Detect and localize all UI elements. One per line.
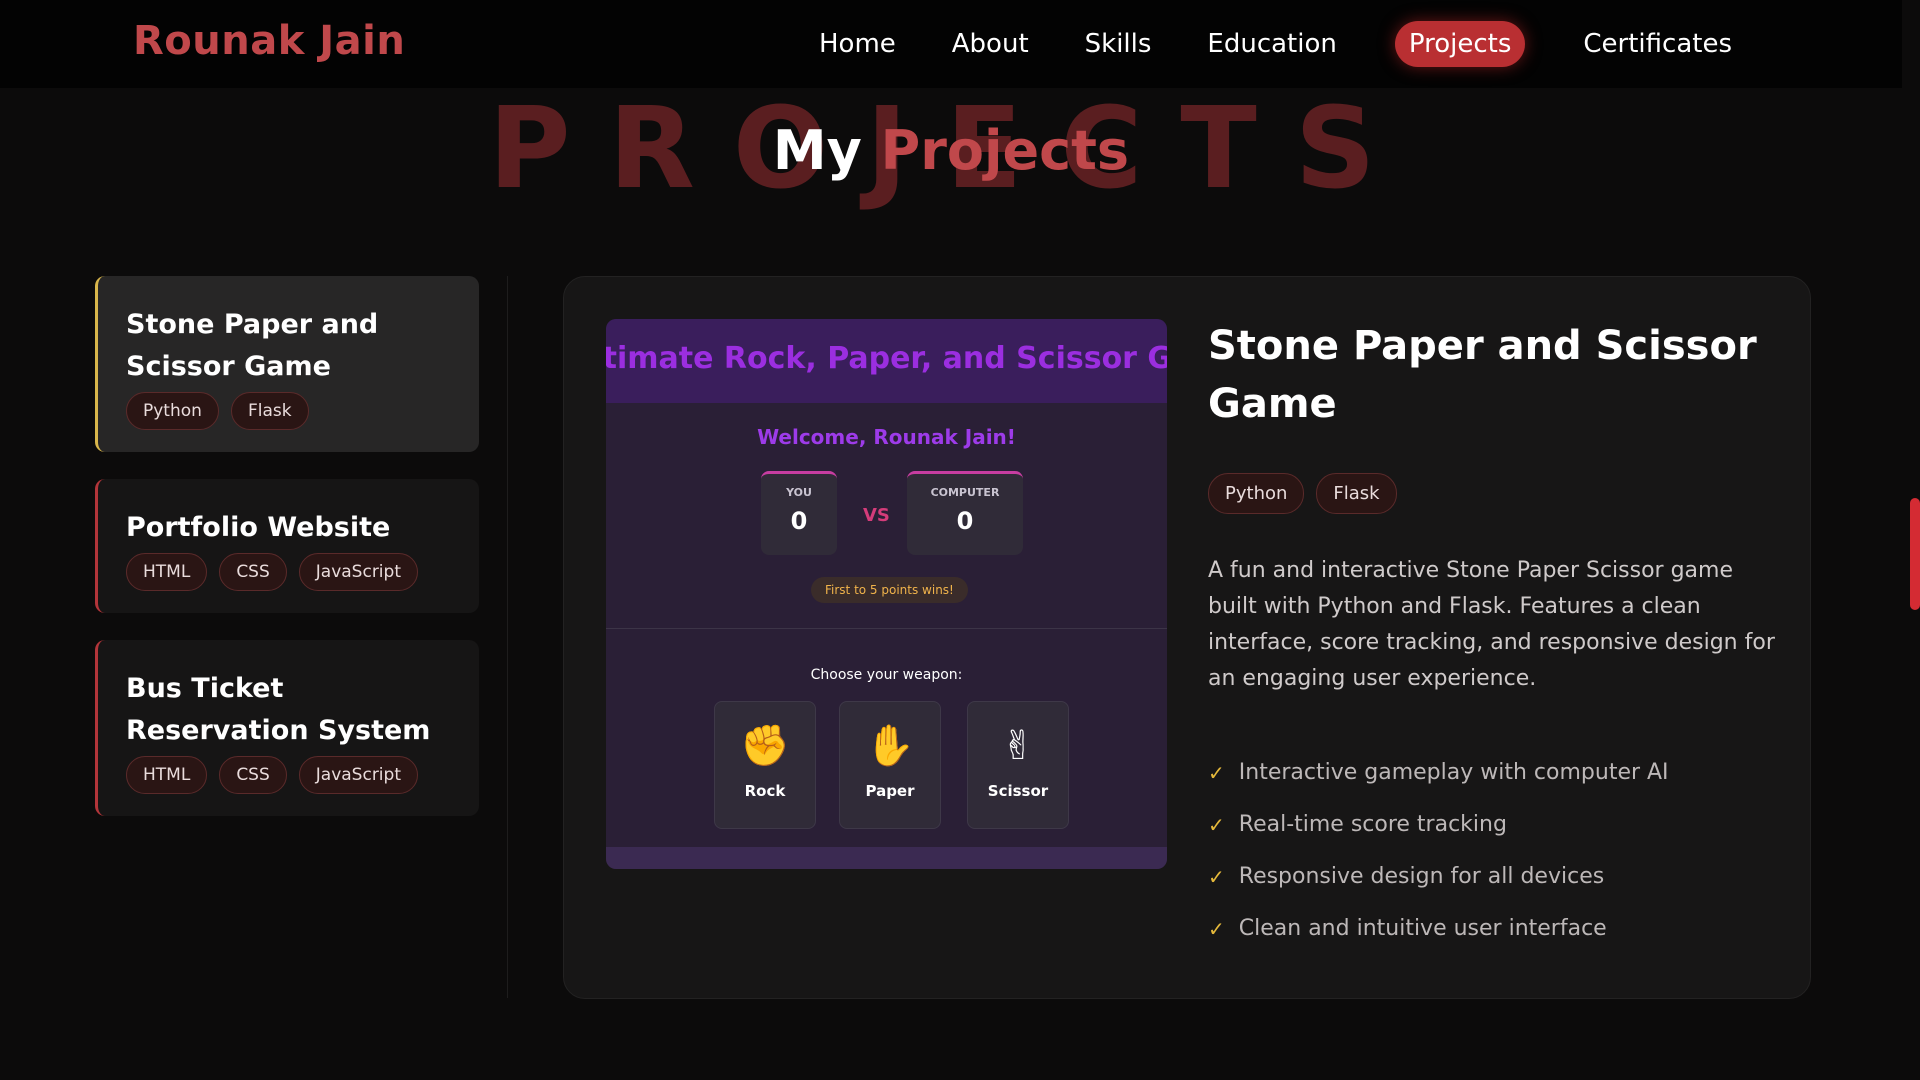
nav-item-education[interactable]: Education [1179, 21, 1364, 67]
project-item-tags: Python Flask [126, 392, 455, 430]
scrollbar-thumb[interactable] [1910, 498, 1920, 610]
weapon-label: Scissor [987, 782, 1049, 800]
project-item-title: Bus Ticket Reservation System [126, 673, 431, 746]
feature-item: ✓ Interactive gameplay with computer AI [1208, 747, 1669, 799]
screenshot-welcome: Welcome, Rounak Jain! [757, 425, 1016, 449]
score-computer-label: COMPUTER [930, 486, 1000, 499]
detail-tags: Python Flask [1208, 473, 1397, 514]
nav-item-about[interactable]: About [924, 21, 1057, 67]
section-title: My Projects [0, 116, 1902, 186]
project-item-stone-paper-scissor[interactable]: Stone Paper and Scissor Game Python Flas… [95, 276, 479, 452]
project-item-bus-ticket[interactable]: Bus Ticket Reservation System HTML CSS J… [95, 640, 479, 816]
feature-text: Clean and intuitive user interface [1238, 916, 1607, 941]
screenshot-footer [606, 847, 1167, 869]
tag: HTML [126, 756, 208, 794]
project-list: Stone Paper and Scissor Game Python Flas… [95, 276, 479, 843]
tag: Flask [1316, 473, 1397, 514]
tag: CSS [219, 756, 287, 794]
project-screenshot: Ultimate Rock, Paper, and Scissor Game W… [606, 319, 1167, 869]
project-detail-card: Ultimate Rock, Paper, and Scissor Game W… [563, 276, 1811, 999]
divider [507, 276, 508, 998]
top-navbar: Rounak Jain Home About Skills Education … [0, 0, 1902, 88]
weapon-paper: ✋ Paper [839, 701, 941, 829]
screenshot-divider [606, 628, 1167, 629]
feature-item: ✓ Clean and intuitive user interface [1208, 903, 1669, 955]
nav-item-skills[interactable]: Skills [1057, 21, 1180, 67]
nav-item-projects[interactable]: Projects [1394, 21, 1526, 67]
section-title-my: My [772, 119, 862, 182]
nav-item-certificates[interactable]: Certificates [1555, 21, 1760, 67]
tag: Python [126, 392, 219, 430]
paper-icon: ✋ [865, 723, 915, 769]
tag: Flask [230, 392, 309, 430]
brand-logo[interactable]: Rounak Jain [133, 18, 405, 64]
check-icon: ✓ [1208, 865, 1225, 889]
screenshot-header: Ultimate Rock, Paper, and Scissor Game [606, 319, 1167, 403]
weapon-rock: ✊ Rock [714, 701, 816, 829]
score-computer: COMPUTER 0 [907, 471, 1023, 555]
nav-menu: Home About Skills Education Projects Cer… [791, 21, 1760, 67]
score-you-label: YOU [786, 486, 812, 499]
tag: Python [1208, 473, 1305, 514]
screenshot-header-text: Ultimate Rock, Paper, and Scissor Game [606, 341, 1167, 376]
feature-item: ✓ Real-time score tracking [1208, 799, 1669, 851]
tag: HTML [126, 553, 208, 591]
first-to-badge: First to 5 points wins! [811, 577, 968, 603]
project-item-title: Portfolio Website [126, 512, 391, 543]
section-title-projects: Projects [880, 119, 1130, 182]
check-icon: ✓ [1208, 761, 1225, 785]
project-item-tags: HTML CSS JavaScript [126, 756, 455, 794]
score-you-value: 0 [790, 507, 808, 535]
rock-icon: ✊ [740, 723, 790, 769]
tag: JavaScript [298, 756, 418, 794]
detail-description: A fun and interactive Stone Paper Scisso… [1208, 558, 1775, 691]
project-item-tags: HTML CSS JavaScript [126, 553, 455, 591]
score-you: YOU 0 [761, 471, 837, 555]
check-icon: ✓ [1208, 917, 1225, 941]
nav-item-home[interactable]: Home [791, 21, 924, 67]
project-item-portfolio-website[interactable]: Portfolio Website HTML CSS JavaScript [95, 479, 479, 613]
feature-text: Real-time score tracking [1238, 812, 1507, 837]
check-icon: ✓ [1208, 813, 1225, 837]
tag: JavaScript [298, 553, 418, 591]
feature-item: ✓ Responsive design for all devices [1208, 851, 1669, 903]
detail-title: Stone Paper and Scissor Game [1208, 323, 1757, 427]
weapon-scissor: ✌ Scissor [967, 701, 1069, 829]
feature-list: ✓ Interactive gameplay with computer AI ✓… [1208, 747, 1669, 955]
weapon-label: Paper [865, 782, 915, 800]
project-item-title: Stone Paper and Scissor Game [126, 309, 379, 382]
choose-weapon-label: Choose your weapon: [810, 667, 963, 683]
tag: CSS [219, 553, 287, 591]
scissor-icon: ✌ [1001, 723, 1035, 769]
feature-text: Responsive design for all devices [1238, 864, 1605, 889]
score-computer-value: 0 [956, 507, 974, 535]
feature-text: Interactive gameplay with computer AI [1238, 760, 1669, 785]
weapon-label: Rock [744, 782, 786, 800]
vs-label: VS [863, 505, 890, 526]
